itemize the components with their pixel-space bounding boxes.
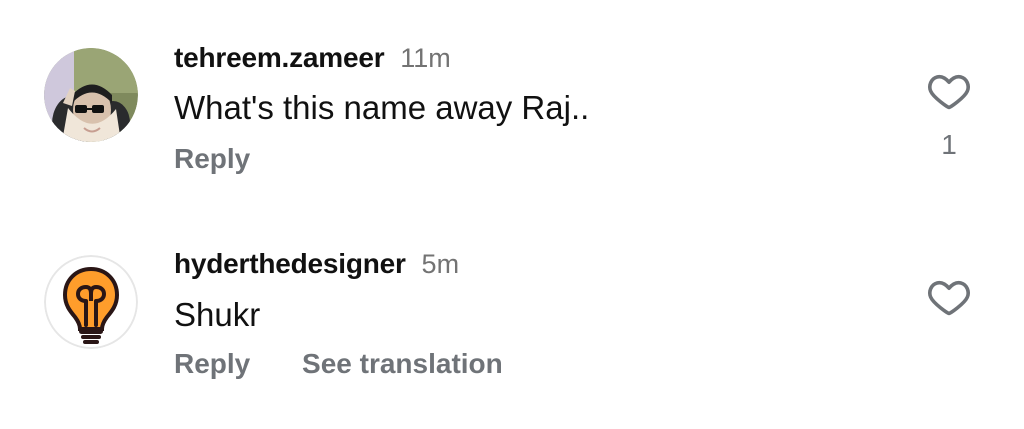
- heart-icon[interactable]: [927, 276, 971, 318]
- heart-icon[interactable]: [927, 70, 971, 112]
- like-control: [924, 276, 974, 323]
- comment: hyderthedesigner 5m Shukr Reply See tran…: [0, 208, 1024, 429]
- comment-text: What's this name away Raj..: [174, 89, 590, 126]
- lightbulb-logo: [44, 255, 138, 349]
- timestamp: 11m: [400, 43, 451, 73]
- username[interactable]: hyderthedesigner: [174, 248, 406, 279]
- like-control: 1: [924, 70, 974, 161]
- username[interactable]: tehreem.zameer: [174, 42, 385, 73]
- avatar[interactable]: [44, 48, 138, 142]
- avatar-image: [44, 48, 138, 142]
- like-count: 1: [941, 129, 957, 160]
- comment-actions: Reply See translation: [174, 348, 503, 380]
- see-translation-button[interactable]: See translation: [302, 348, 503, 379]
- avatar[interactable]: [44, 255, 138, 349]
- reply-button[interactable]: Reply: [174, 143, 250, 174]
- comment-header: tehreem.zameer 11m: [174, 42, 451, 74]
- timestamp: 5m: [421, 249, 460, 279]
- comment-text: Shukr: [174, 296, 261, 333]
- comment-header: hyderthedesigner 5m: [174, 248, 459, 280]
- comment-actions: Reply: [174, 143, 250, 175]
- comment: tehreem.zameer 11m What's this name away…: [0, 0, 1024, 200]
- reply-button[interactable]: Reply: [174, 348, 250, 379]
